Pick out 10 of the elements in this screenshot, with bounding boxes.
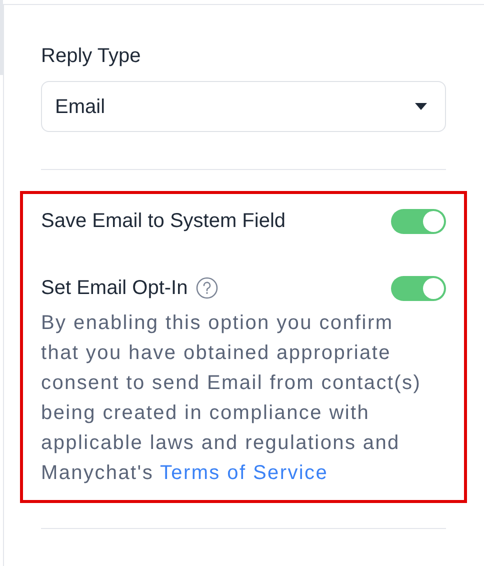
terms-link[interactable]: Terms of Service: [160, 462, 328, 484]
reply-type-dropdown[interactable]: Email: [41, 81, 446, 132]
help-icon[interactable]: [196, 277, 218, 299]
toggle-switch[interactable]: [391, 208, 446, 234]
toggle-switch[interactable]: [391, 276, 446, 300]
caret-icon: [415, 103, 427, 110]
field-label: Reply Type: [41, 44, 142, 69]
consent-text: By enabling this option you confirm that you have obtained appropriate consent to send Email from contact(s) being created in compliance with applicable laws and regulations and Manychat's Terms of Service: [41, 311, 422, 486]
option-label: Set Email Opt-In: [41, 276, 188, 301]
option-label: Save Email to System Field: [41, 209, 286, 234]
